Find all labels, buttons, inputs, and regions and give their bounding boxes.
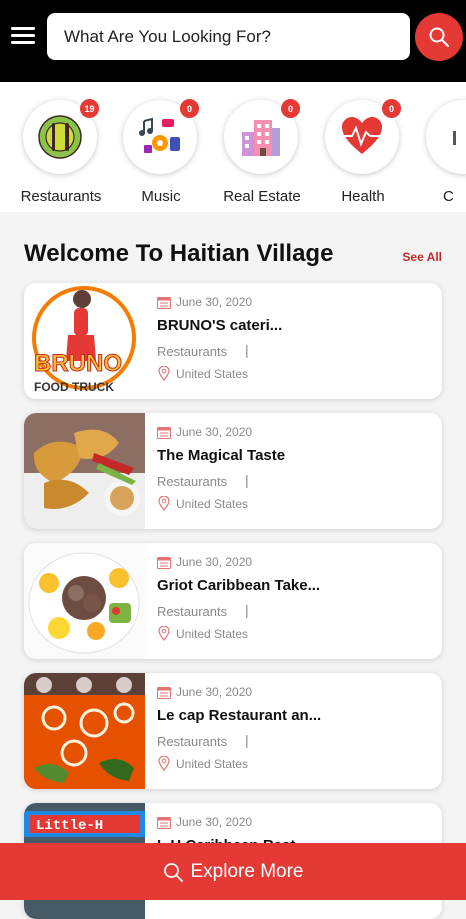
calendar-icon <box>157 427 171 439</box>
listing-image: BRUNO FOOD TRUCK <box>24 283 145 399</box>
category-circle[interactable] <box>426 100 466 174</box>
listing-card[interactable]: June 30, 2020 Griot Caribbean Take... Re… <box>24 543 442 659</box>
bruno-food-truck-logo: BRUNO FOOD TRUCK <box>24 283 145 399</box>
explore-more-label: Explore More <box>190 860 304 882</box>
listing-card[interactable]: June 30, 2020 The Magical Taste Restaura… <box>24 413 442 529</box>
listing-separator: | <box>245 342 249 358</box>
listing-category: Restaurants <box>157 474 228 489</box>
category-count-badge: 0 <box>381 98 402 119</box>
see-all-link[interactable]: See All <box>402 250 442 264</box>
section-title: Welcome To Haitian Village <box>24 240 334 267</box>
listing-image <box>24 413 145 529</box>
listing-date: June 30, 2020 <box>176 425 253 439</box>
building-icon <box>242 120 280 156</box>
listing-date: June 30, 2020 <box>176 555 253 569</box>
listing-location: United States <box>176 757 249 771</box>
category-icon <box>453 131 456 145</box>
category-count-badge: 19 <box>79 98 100 119</box>
griot-plate-photo <box>24 543 145 659</box>
listing-card[interactable]: June 30, 2020 Le cap Restaurant an... Re… <box>24 673 442 789</box>
music-icon <box>139 117 180 153</box>
fried-pastries-photo <box>24 413 145 529</box>
search-icon <box>163 862 183 882</box>
location-pin-icon <box>158 366 170 381</box>
category-count-badge: 0 <box>179 98 200 119</box>
category-label: C <box>443 188 454 205</box>
hamburger-menu-icon[interactable] <box>11 26 35 46</box>
category-strip: 19 Restaurants 0 Music 0 Real Estate 0 H… <box>0 82 466 212</box>
location-pin-icon <box>158 756 170 771</box>
svg-text:Little-H: Little-H <box>36 818 103 834</box>
listing-title: Griot Caribbean Take... <box>157 577 321 594</box>
listing-category: Restaurants <box>157 604 228 619</box>
listing-separator: | <box>245 602 249 618</box>
calendar-icon <box>157 557 171 569</box>
svg-text:FOOD TRUCK: FOOD TRUCK <box>34 380 114 394</box>
category-label: Restaurants <box>20 188 102 205</box>
svg-text:BRUNO: BRUNO <box>34 350 122 377</box>
category-label: Health <box>341 188 385 205</box>
calendar-icon <box>157 817 171 829</box>
listing-card[interactable]: BRUNO FOOD TRUCK June 30, 2020 BRUNO'S c… <box>24 283 442 399</box>
soup-photo <box>24 673 145 789</box>
search-icon <box>429 27 449 47</box>
restaurant-icon <box>38 115 82 159</box>
listing-image <box>24 543 145 659</box>
listing-date: June 30, 2020 <box>176 295 253 309</box>
listing-separator: | <box>245 472 249 488</box>
search-button[interactable] <box>415 13 463 61</box>
category-label: Music <box>141 188 181 205</box>
top-bar <box>0 0 466 82</box>
listing-category: Restaurants <box>157 734 228 749</box>
category-count-badge: 0 <box>280 98 301 119</box>
search-input[interactable] <box>47 13 410 60</box>
listing-location: United States <box>176 367 249 381</box>
listing-separator: | <box>245 732 249 748</box>
calendar-icon <box>157 687 171 699</box>
listing-location: United States <box>176 627 249 641</box>
category-label: Real Estate <box>223 188 301 205</box>
heartbeat-icon <box>340 117 384 154</box>
location-pin-icon <box>158 626 170 641</box>
listing-location: United States <box>176 497 249 511</box>
location-pin-icon <box>158 496 170 511</box>
listing-title: BRUNO'S cateri... <box>157 317 283 334</box>
listing-title: Le cap Restaurant an... <box>157 707 322 724</box>
listing-date: June 30, 2020 <box>176 815 253 829</box>
listing-title: The Magical Taste <box>157 447 286 464</box>
listing-category: Restaurants <box>157 344 228 359</box>
listing-image <box>24 673 145 789</box>
calendar-icon <box>157 297 171 309</box>
listing-date: June 30, 2020 <box>176 685 253 699</box>
explore-more-button[interactable]: Explore More <box>0 843 466 900</box>
